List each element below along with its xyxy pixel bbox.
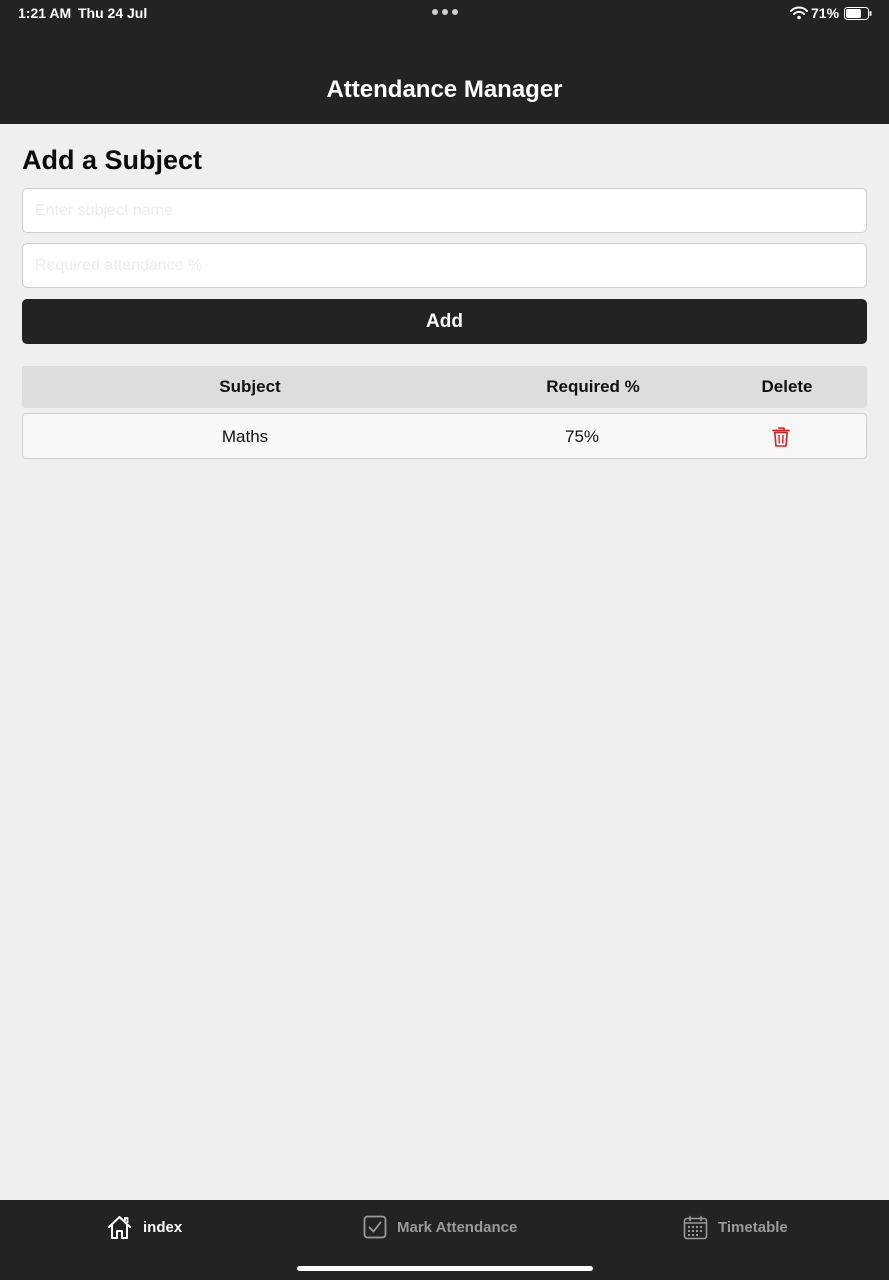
- trash-icon[interactable]: [771, 426, 791, 448]
- battery-percent: 71%: [811, 5, 840, 21]
- status-time: 1:21 AM: [18, 5, 72, 21]
- tab-mark-attendance[interactable]: Mark Attendance: [363, 1212, 517, 1242]
- column-header-required: Required %: [546, 377, 640, 396]
- battery-icon: [844, 7, 872, 20]
- section-title: Add a Subject: [22, 145, 203, 175]
- app-header: 1:21 AM Thu 24 Jul 71% Attendance Manage…: [0, 0, 889, 124]
- column-header-subject: Subject: [219, 377, 281, 396]
- column-header-delete: Delete: [761, 377, 813, 396]
- calendar-icon: [683, 1215, 708, 1239]
- subject-name-input[interactable]: [22, 188, 867, 233]
- status-date: Thu 24 Jul: [78, 5, 148, 21]
- table-row: Maths 75%: [22, 413, 867, 459]
- tab-index[interactable]: index: [106, 1212, 182, 1242]
- checkbox-icon: [363, 1215, 387, 1239]
- wifi-icon: [790, 6, 808, 20]
- tab-timetable[interactable]: Timetable: [683, 1212, 788, 1242]
- tab-label-mark-attendance: Mark Attendance: [397, 1218, 518, 1236]
- more-dots-icon[interactable]: [432, 9, 458, 15]
- subject-cell: Maths: [221, 427, 269, 446]
- required-attendance-input[interactable]: [22, 243, 867, 288]
- home-icon: [108, 1215, 131, 1239]
- tab-label-index: index: [143, 1218, 183, 1236]
- required-cell: 75%: [564, 427, 600, 446]
- home-indicator[interactable]: [297, 1266, 593, 1271]
- tab-label-timetable: Timetable: [718, 1218, 788, 1236]
- page-title: Attendance Manager: [326, 76, 563, 103]
- add-button[interactable]: Add: [22, 299, 867, 344]
- status-bar: 1:21 AM Thu 24 Jul 71%: [0, 0, 889, 26]
- table-header: Subject Required % Delete: [22, 366, 867, 408]
